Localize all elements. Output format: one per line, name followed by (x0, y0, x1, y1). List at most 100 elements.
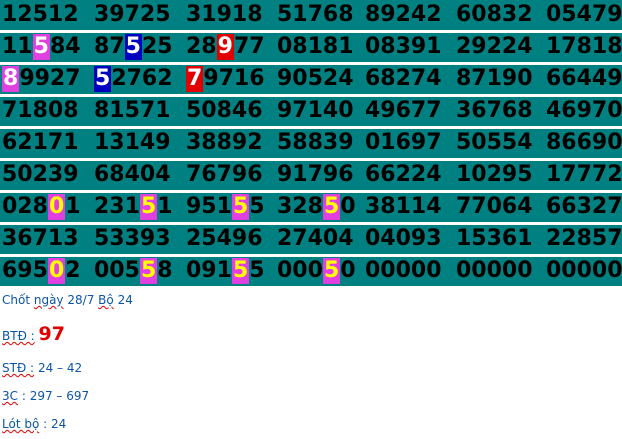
digit-group: 005 (94, 258, 140, 283)
digit-group: 81571 (94, 98, 171, 123)
highlighted-digit: 5 (322, 258, 341, 284)
digit-group: 000 (277, 258, 323, 283)
result-number: 00000 (365, 256, 442, 286)
digit-group: 76796 (186, 162, 263, 187)
highlighted-digit: 9 (216, 34, 234, 60)
digit-group: 328 (277, 194, 323, 219)
digit-group: 9716 (203, 66, 265, 91)
digit-group: 91796 (277, 162, 354, 187)
lot-line: Lót bộ : 24 (2, 417, 66, 431)
result-number: 17772 (546, 160, 622, 190)
digit-group: 58839 (277, 130, 354, 155)
result-number: 60832 (456, 0, 533, 30)
result-number: 68274 (365, 64, 442, 94)
result-number: 25496 (186, 224, 263, 254)
highlighted-digit: 0 (47, 194, 66, 220)
result-number: 81571 (94, 96, 171, 126)
result-number: 91796 (277, 160, 354, 190)
digit-group: 87190 (456, 66, 533, 91)
digit-group: 11 (2, 34, 33, 59)
digit-group: 00000 (456, 258, 533, 283)
result-number: 77064 (456, 192, 533, 222)
result-number: 02801 (2, 192, 81, 222)
digit-group: 39725 (94, 2, 171, 27)
digit-group: 9927 (19, 66, 81, 91)
result-number: 86690 (546, 128, 622, 158)
digit-group: 00000 (546, 258, 622, 283)
result-number: 66449 (546, 64, 622, 94)
digit-group: 84 (49, 34, 81, 59)
digit-group: 66224 (365, 162, 442, 187)
c3-line: 3C : 297 – 697 (2, 389, 89, 403)
digit-group: 68274 (365, 66, 442, 91)
digit-group: 695 (2, 258, 48, 283)
result-row: 69502 00558 09155 00050 00000 00000 00000 (0, 256, 622, 289)
digit-group: 60832 (456, 2, 533, 27)
digit-group: 89242 (365, 2, 442, 27)
lot-value: : 24 (43, 417, 67, 431)
digit-group: 12512 (2, 2, 79, 27)
digit-group: 5 (249, 258, 265, 283)
digit-group: 31918 (186, 2, 263, 27)
std-label: STĐ : (2, 361, 35, 375)
highlighted-digit: 5 (94, 66, 112, 92)
result-row: 12512 39725 31918 51768 89242 60832 05479 (0, 0, 622, 33)
result-number: 36713 (2, 224, 79, 254)
digit-group: 50554 (456, 130, 533, 155)
result-number: 49677 (365, 96, 442, 126)
result-number: 66224 (365, 160, 442, 190)
result-number: 36768 (456, 96, 533, 126)
result-number: 04093 (365, 224, 442, 254)
highlighted-digit: 8 (2, 66, 20, 92)
highlighted-digit: 0 (47, 258, 66, 284)
digit-group: 66449 (546, 66, 622, 91)
result-number: 05479 (546, 0, 622, 30)
chot-bo-value: 24 (117, 293, 133, 307)
result-number: 66327 (546, 192, 622, 222)
digit-group: 08391 (365, 34, 442, 59)
digit-group: 51768 (277, 2, 354, 27)
result-number: 68404 (94, 160, 171, 190)
result-number: 28977 (186, 32, 265, 62)
result-number: 23151 (94, 192, 173, 222)
digit-group: 53393 (94, 226, 171, 251)
result-number: 97140 (277, 96, 354, 126)
digit-group: 38114 (365, 194, 442, 219)
highlighted-digit: 5 (139, 258, 158, 284)
result-number: 17818 (546, 32, 622, 62)
result-number: 50846 (186, 96, 263, 126)
digit-group: 10295 (456, 162, 533, 187)
result-number: 52762 (94, 64, 173, 94)
result-row: 50239 68404 76796 91796 66224 10295 17772 (0, 160, 622, 193)
result-number: 95155 (186, 192, 265, 222)
digit-group: 50239 (2, 162, 79, 187)
results-grid: 12512 39725 31918 51768 89242 60832 05479 11584… (0, 0, 622, 289)
btd-label: BTĐ : (2, 329, 35, 343)
result-number: 00558 (94, 256, 173, 286)
result-number: 50554 (456, 128, 533, 158)
digit-group: 27404 (277, 226, 354, 251)
digit-group: 5 (249, 194, 265, 219)
digit-group: 87 (94, 34, 125, 59)
digit-group: 49677 (365, 98, 442, 123)
result-number: 58839 (277, 128, 354, 158)
result-number: 01697 (365, 128, 442, 158)
digit-group: 62171 (2, 130, 79, 155)
digit-group: 77 (233, 34, 265, 59)
result-number: 32850 (277, 192, 356, 222)
digit-group: 15361 (456, 226, 533, 251)
digit-group: 97140 (277, 98, 354, 123)
digit-group: 66327 (546, 194, 622, 219)
highlighted-digit: 5 (32, 34, 50, 60)
result-row: 71808 81571 50846 97140 49677 36768 46970 (0, 96, 622, 129)
result-number: 62171 (2, 128, 79, 158)
digit-group: 028 (2, 194, 48, 219)
digit-group: 38892 (186, 130, 263, 155)
digit-group: 00000 (365, 258, 442, 283)
digit-group: 90524 (277, 66, 354, 91)
digit-group: 231 (94, 194, 140, 219)
digit-group: 0 (340, 258, 356, 283)
chot-line: Chốt ngày 28/7 Bộ 24 (2, 293, 133, 307)
result-row: 62171 13149 38892 58839 01697 50554 86690 (0, 128, 622, 161)
result-number: 38114 (365, 192, 442, 222)
